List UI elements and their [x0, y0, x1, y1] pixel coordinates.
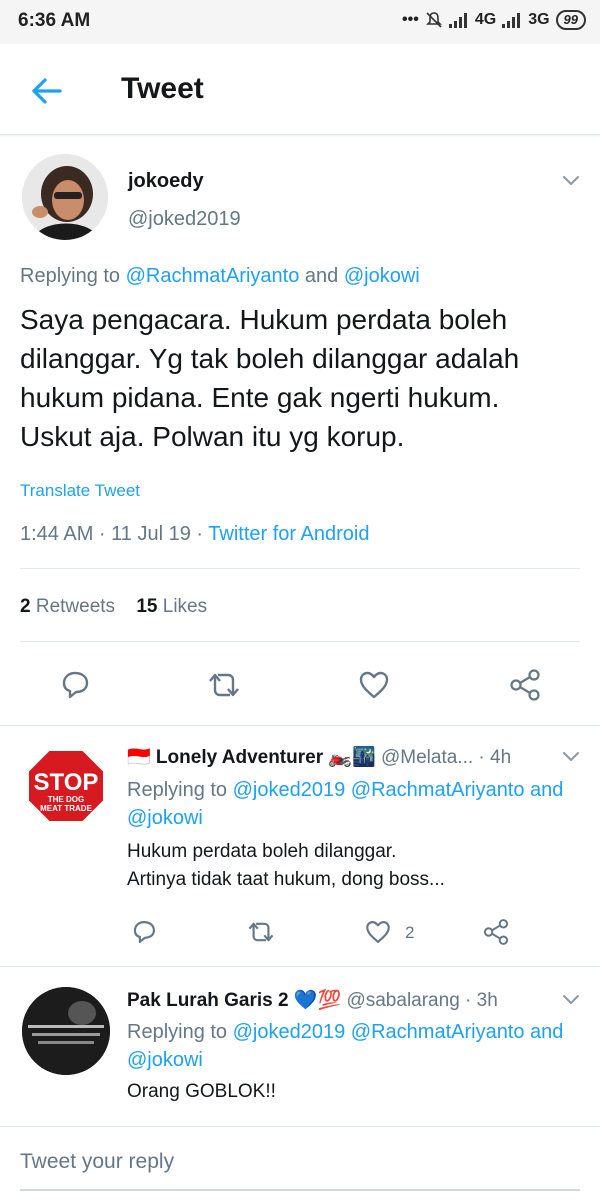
- author-photo-icon: [22, 154, 108, 240]
- author-name[interactable]: jokoedy: [128, 170, 204, 193]
- retweet-icon[interactable]: [204, 668, 244, 702]
- network-3g: 3G: [528, 11, 550, 28]
- like-heart-icon[interactable]: [364, 918, 392, 946]
- reply-text: Hukum perdata boleh dilanggar. Artinya t…: [127, 841, 445, 890]
- share-icon[interactable]: [508, 668, 542, 702]
- divider: [20, 568, 580, 569]
- replying-users-link[interactable]: @joked2019 @RachmatAriyanto and: [233, 779, 564, 801]
- reply-text: Orang GOBLOK!!: [127, 1081, 276, 1102]
- battery-icon: 99: [555, 10, 586, 30]
- reply-author-handle[interactable]: @Melata...: [381, 747, 473, 768]
- reply-author-name[interactable]: 🇮🇩 Lonely Adventurer 🏍️🌃: [127, 747, 376, 768]
- replying-user-link[interactable]: @RachmatAriyanto: [126, 265, 300, 287]
- status-time: 6:36 AM: [18, 10, 91, 31]
- replying-user-link[interactable]: @jokowi: [344, 265, 420, 287]
- divider: [20, 641, 580, 642]
- status-bar: 6:36 AM ••• 4G 3G 99: [0, 0, 600, 44]
- reply-time: · 4h: [478, 747, 512, 768]
- reply-avatar[interactable]: STOP THE DOG MEAT TRADE: [22, 742, 110, 830]
- signal-icon-2: [502, 13, 521, 28]
- divider: [0, 966, 600, 967]
- chevron-down-icon[interactable]: [561, 170, 581, 190]
- back-arrow-icon[interactable]: [30, 74, 64, 108]
- timestamp: 1:44 AM · 11 Jul 19 ·: [20, 523, 209, 545]
- network-4g: 4G: [474, 11, 497, 28]
- tweet-text: Saya pengacara. Hukum perdata boleh dila…: [20, 304, 520, 452]
- source-link[interactable]: Twitter for Android: [208, 523, 369, 545]
- reply-icon[interactable]: [58, 668, 92, 702]
- reply-avatar[interactable]: [22, 987, 110, 1075]
- author-avatar[interactable]: [22, 154, 108, 240]
- chevron-down-icon[interactable]: [561, 989, 581, 1009]
- reply-input-underline: [20, 1189, 580, 1191]
- divider: [0, 725, 600, 726]
- status-icons: ••• 4G 3G 99: [402, 10, 586, 30]
- author-handle[interactable]: @joked2019: [128, 208, 241, 231]
- retweets-stat[interactable]: 2 Retweets: [20, 596, 115, 617]
- divider: [0, 1126, 600, 1127]
- stop-sign-icon: STOP THE DOG MEAT TRADE: [22, 742, 110, 830]
- reply-header: 🇮🇩 Lonely Adventurer 🏍️🌃 @Melata... · 4h: [127, 745, 511, 769]
- reply-replying-to: Replying to @joked2019 @RachmatAriyanto …: [127, 776, 563, 832]
- avatar-line3-text: MEAT TRADE: [40, 804, 93, 813]
- reply-input[interactable]: Tweet your reply: [20, 1150, 174, 1174]
- translate-tweet-link[interactable]: Translate Tweet: [20, 481, 140, 501]
- replying-users-link[interactable]: @joked2019 @RachmatAriyanto and: [233, 1021, 564, 1043]
- more-dots-icon: •••: [402, 11, 419, 28]
- like-heart-icon[interactable]: [357, 668, 391, 702]
- reply-author-name[interactable]: Pak Lurah Garis 2 💙💯: [127, 990, 341, 1011]
- engagement-stats: 2 Retweets 15 Likes: [20, 596, 207, 618]
- mute-bell-icon: [425, 12, 442, 28]
- page-title: Tweet: [121, 72, 204, 105]
- reply-icon[interactable]: [130, 918, 158, 946]
- reply-author-handle[interactable]: @sabalarang: [346, 990, 459, 1011]
- avatar-photo-icon: [22, 987, 110, 1075]
- retweet-icon[interactable]: [244, 918, 278, 946]
- replying-user-link[interactable]: @jokowi: [127, 804, 563, 832]
- reply-time: · 3h: [465, 990, 498, 1011]
- reply-header: Pak Lurah Garis 2 💙💯 @sabalarang · 3h: [127, 988, 498, 1012]
- replying-to: Replying to @RachmatAriyanto and @jokowi: [20, 265, 420, 287]
- avatar-line2-text: THE DOG: [48, 795, 84, 804]
- likes-stat[interactable]: 15 Likes: [136, 596, 207, 617]
- avatar-stop-text: STOP: [34, 769, 99, 796]
- app-bar: Tweet: [0, 44, 600, 135]
- like-count: 2: [405, 923, 415, 942]
- share-icon[interactable]: [482, 918, 510, 946]
- chevron-down-icon[interactable]: [561, 746, 581, 766]
- signal-icon: [448, 13, 467, 28]
- tweet-meta: 1:44 AM · 11 Jul 19 · Twitter for Androi…: [20, 523, 369, 546]
- replying-user-link[interactable]: @jokowi: [127, 1046, 563, 1074]
- reply-replying-to: Replying to @joked2019 @RachmatAriyanto …: [127, 1018, 563, 1074]
